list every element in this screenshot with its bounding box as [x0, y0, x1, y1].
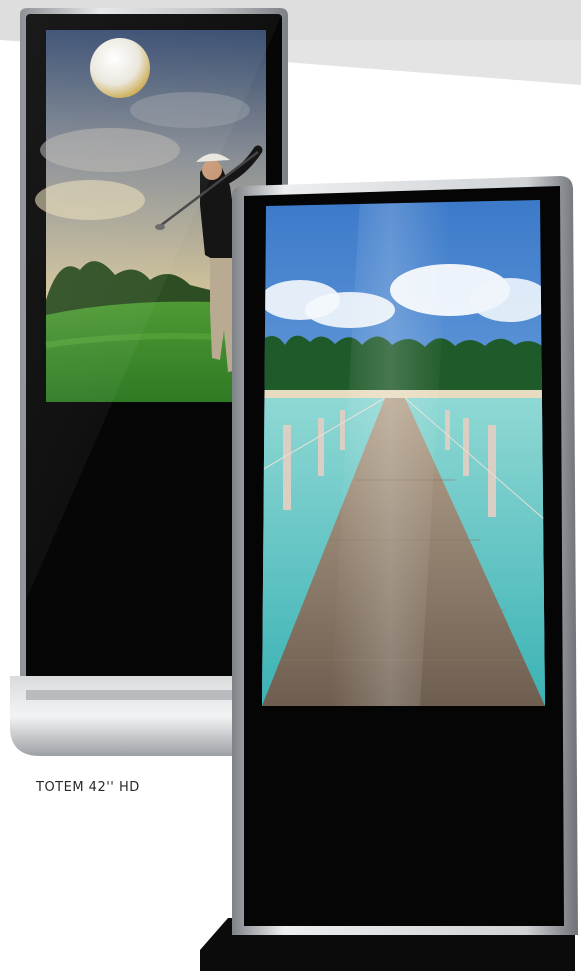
- totem-front: [200, 176, 578, 971]
- product-caption: TOTEM 42'' HD: [36, 780, 140, 795]
